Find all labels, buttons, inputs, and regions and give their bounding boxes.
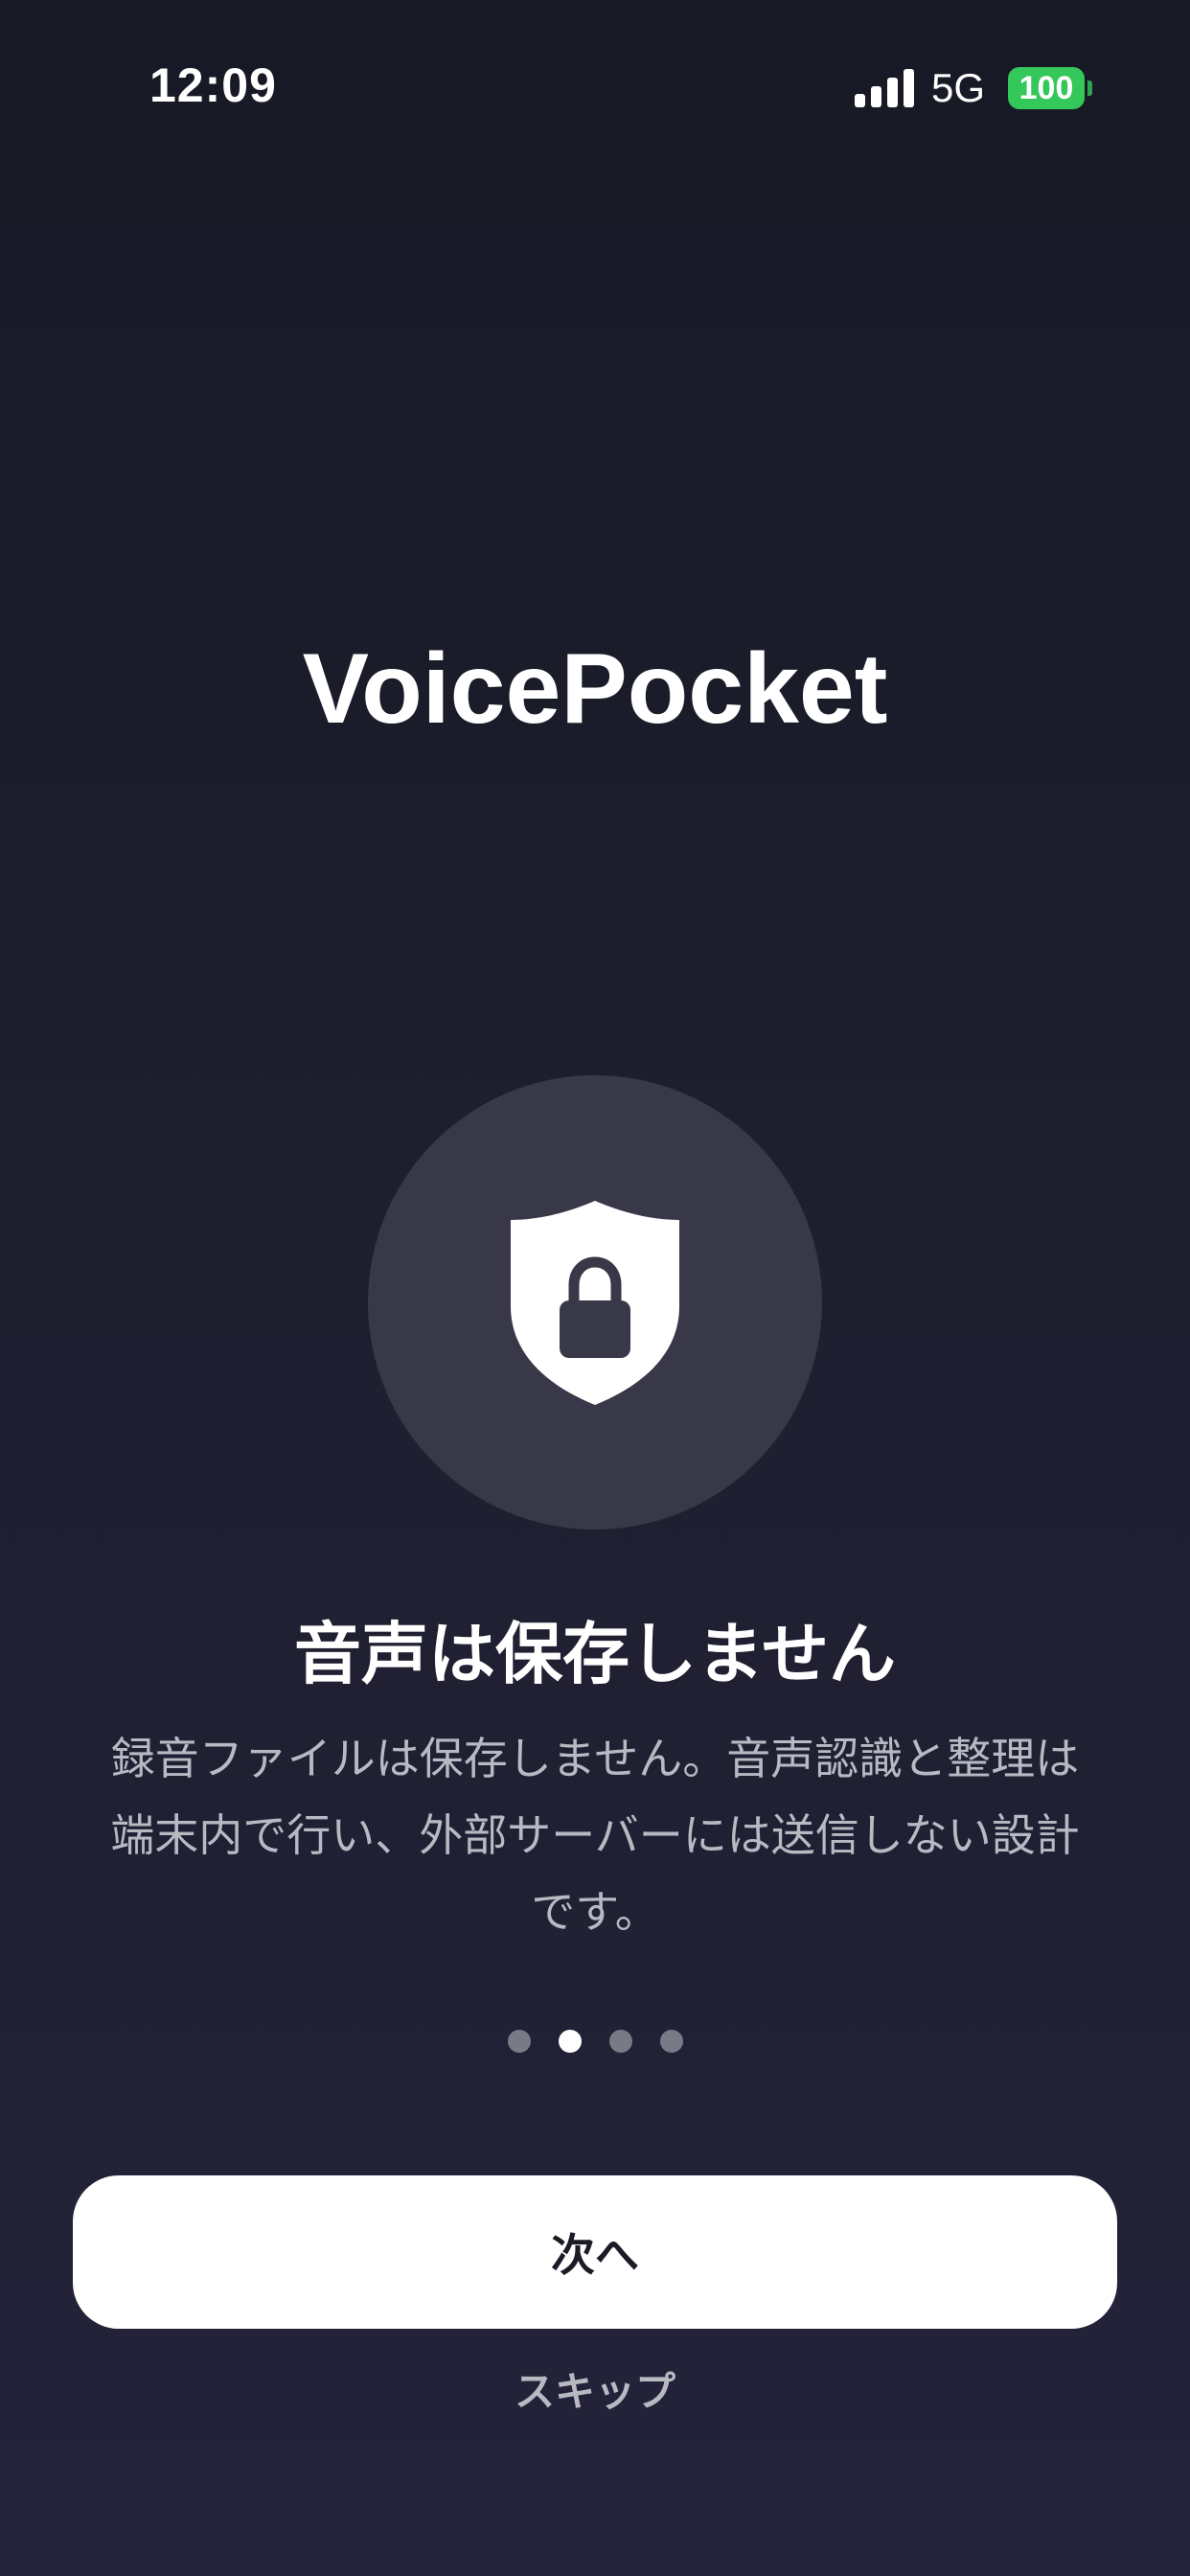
page-dot-active [558,2030,582,2053]
skip-button[interactable]: スキップ [0,2359,1190,2418]
page-indicator [0,2030,1190,2053]
cellular-signal-icon [855,69,914,107]
status-time: 12:09 [149,58,277,112]
app-title: VoicePocket [302,633,888,745]
feature-description: 録音ファイルは保存しません。音声認識と整理は 端末内で行い、外部サーバーには送信… [86,1720,1104,1950]
battery-level: 100 [1018,70,1074,106]
description-line: 録音ファイルは保存しません。音声認識と整理は [110,1733,1080,1784]
battery-tip [1087,80,1092,96]
page-dot [608,2030,632,2053]
shield-lock-icon [511,1201,679,1405]
page-dot [507,2030,531,2053]
description-line: 端末内で行い、外部サーバーには送信しない設計 [110,1809,1080,1861]
status-bar: 12:09 5G 100 [0,0,1190,144]
battery-icon: 100 [1008,67,1085,109]
description-line: です。 [531,1886,659,1938]
feature-heading: 音声は保存しません [294,1615,896,1693]
next-button[interactable]: 次へ [73,2175,1117,2329]
network-type: 5G [931,65,986,110]
page-dot [659,2030,683,2053]
